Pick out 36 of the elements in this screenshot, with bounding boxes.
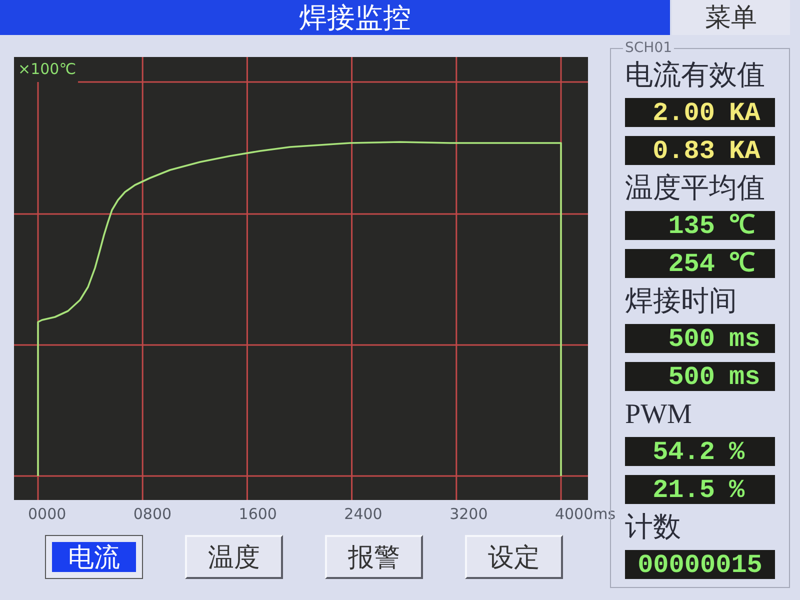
panel-legend: SCH01 [623,41,674,55]
menu-button[interactable]: 菜单 [672,0,790,35]
reading-unit: ℃ [729,216,755,236]
tab-button[interactable]: 报警 [325,535,423,579]
reading-value: 135 [668,216,715,236]
reading-label: 计数 [625,511,682,545]
reading-unit: KA [729,102,760,122]
reading-value: 500 [668,328,715,348]
reading-value: 254 [668,254,715,274]
reading-label: PWM [625,398,693,432]
reading-value: 500 [668,366,715,386]
reading-unit: % [729,480,745,500]
screen-title: 焊接监控 [298,2,411,34]
x-tick-label: 0000 [28,505,68,523]
reading-unit: % [729,442,745,462]
tab-button[interactable]: 电流 [45,535,143,579]
reading-unit: ms [729,366,760,386]
reading-value: 54.2 [652,442,715,462]
x-tick-label: 0800 [133,505,173,523]
reading-unit: KA [729,140,760,160]
x-tick-label: 3200 [450,505,489,523]
x-tick-label: 1600 [238,505,278,523]
tab-button[interactable]: 设定 [465,535,563,579]
reading-unit: ms [729,328,760,348]
x-tick-label: 4000ms [554,505,617,523]
reading-value: 00000015 [638,554,762,574]
y-unit-label: ×100℃ [18,61,76,78]
reading-value: 0.83 [652,140,715,160]
reading-value: 21.5 [652,480,715,500]
tab-button[interactable]: 温度 [185,535,283,579]
reading-value: 2.00 [652,102,715,122]
reading-label: 温度平均值 [625,172,766,206]
reading-label: 焊接时间 [625,285,738,319]
x-tick-label: 2400 [344,505,384,523]
reading-unit: ℃ [729,254,755,274]
reading-label: 电流有效值 [625,59,766,93]
